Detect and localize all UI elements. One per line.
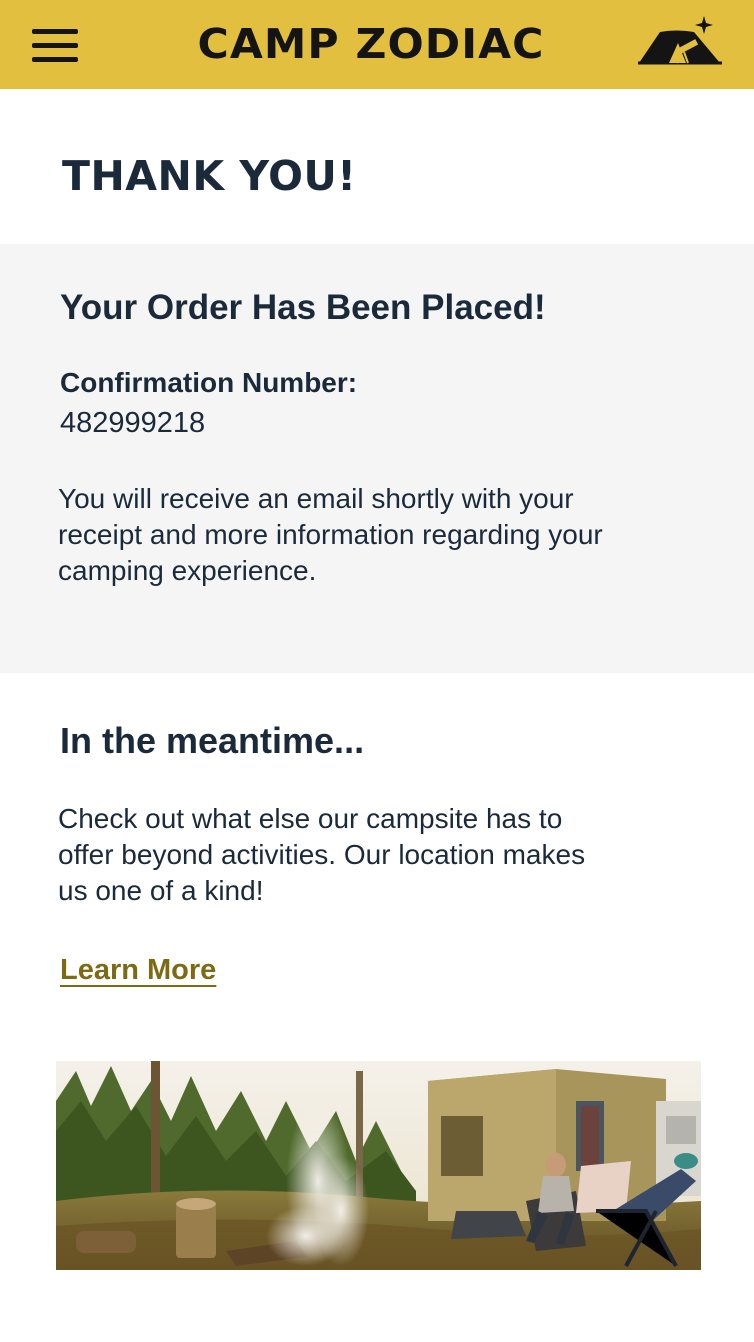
campsite-photo: [56, 1061, 701, 1270]
top-header: CAMP ZODIAC: [0, 0, 754, 89]
meantime-heading: In the meantime...: [60, 720, 365, 761]
confirmation-number: 482999218: [60, 407, 206, 439]
page-title: THANK YOU!: [62, 152, 357, 200]
confirmation-label: Confirmation Number:: [60, 367, 358, 398]
hamburger-menu-icon[interactable]: [30, 27, 80, 65]
brand-logo-text[interactable]: CAMP ZODIAC: [189, 18, 553, 70]
learn-more-link[interactable]: Learn More: [60, 954, 216, 987]
order-heading: Your Order Has Been Placed!: [60, 288, 546, 327]
meantime-text: Check out what else our campsite has to …: [58, 803, 586, 906]
receipt-message: You will receive an email shortly with y…: [58, 483, 603, 586]
tent-telescope-icon[interactable]: [636, 12, 724, 70]
